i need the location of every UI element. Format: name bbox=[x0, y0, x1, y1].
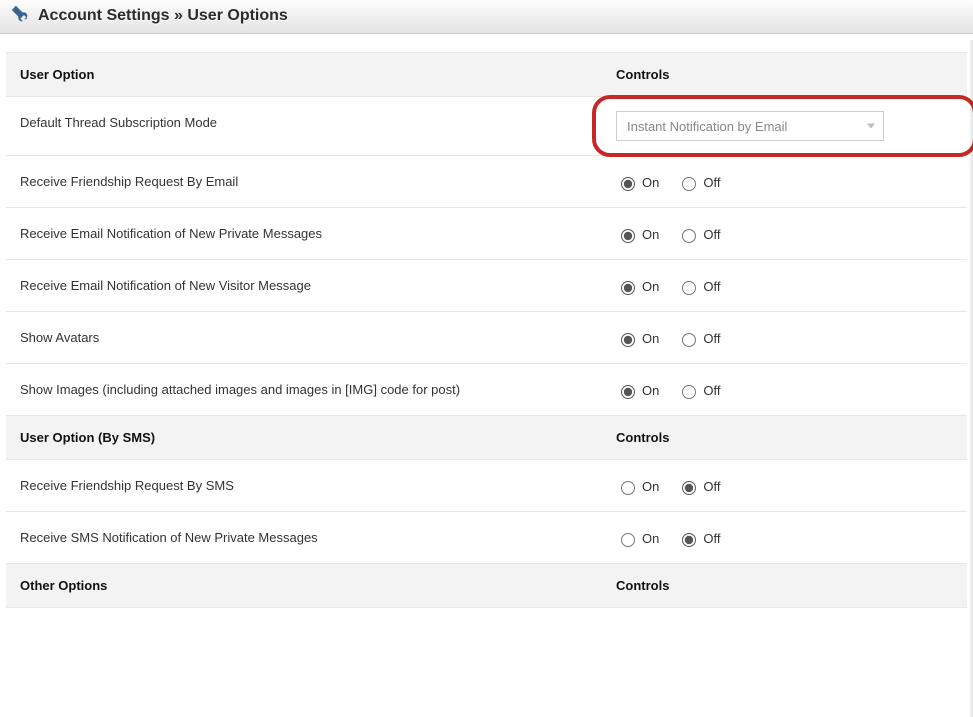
radio-on[interactable] bbox=[621, 481, 635, 495]
radio-off-label[interactable]: Off bbox=[677, 382, 720, 399]
radio-group-email-pm: On Off bbox=[616, 222, 959, 243]
row-sms-pm: Receive SMS Notification of New Private … bbox=[6, 512, 967, 564]
radio-off[interactable] bbox=[682, 177, 696, 191]
row-friend-req-sms: Receive Friendship Request By SMS On Off bbox=[6, 460, 967, 512]
settings-table: User Option Controls Default Thread Subs… bbox=[6, 52, 967, 608]
section-header-user-option-sms: User Option (By SMS) Controls bbox=[6, 416, 967, 460]
radio-off[interactable] bbox=[682, 385, 696, 399]
radio-off[interactable] bbox=[682, 481, 696, 495]
header-option-sms-label: User Option (By SMS) bbox=[6, 416, 616, 460]
header-option-label: User Option bbox=[6, 53, 616, 97]
row-email-visitor: Receive Email Notification of New Visito… bbox=[6, 260, 967, 312]
option-label: Default Thread Subscription Mode bbox=[6, 97, 616, 156]
section-header-user-option: User Option Controls bbox=[6, 53, 967, 97]
row-friend-req-email: Receive Friendship Request By Email On O… bbox=[6, 156, 967, 208]
section-header-other-options: Other Options Controls bbox=[6, 564, 967, 608]
row-default-thread-subscription: Default Thread Subscription Mode Instant… bbox=[6, 97, 967, 156]
option-label: Receive Friendship Request By Email bbox=[6, 156, 616, 208]
header-controls-label: Controls bbox=[616, 564, 967, 608]
radio-on-label[interactable]: On bbox=[616, 330, 659, 347]
radio-off[interactable] bbox=[682, 533, 696, 547]
page-title: Account Settings » User Options bbox=[38, 7, 288, 25]
chevron-down-icon bbox=[867, 124, 875, 129]
radio-off[interactable] bbox=[682, 281, 696, 295]
option-label: Show Images (including attached images a… bbox=[6, 364, 616, 416]
radio-on-label[interactable]: On bbox=[616, 382, 659, 399]
radio-on-label[interactable]: On bbox=[616, 226, 659, 243]
radio-on[interactable] bbox=[621, 177, 635, 191]
radio-on[interactable] bbox=[621, 333, 635, 347]
option-label: Receive Email Notification of New Privat… bbox=[6, 208, 616, 260]
radio-group-sms-pm: On Off bbox=[616, 526, 959, 547]
option-label: Receive Friendship Request By SMS bbox=[6, 460, 616, 512]
radio-on[interactable] bbox=[621, 533, 635, 547]
option-label: Show Avatars bbox=[6, 312, 616, 364]
radio-on[interactable] bbox=[621, 229, 635, 243]
radio-off[interactable] bbox=[682, 229, 696, 243]
radio-on-label[interactable]: On bbox=[616, 530, 659, 547]
radio-group-email-visitor: On Off bbox=[616, 274, 959, 295]
right-edge-shadow bbox=[969, 40, 973, 717]
radio-on-label[interactable]: On bbox=[616, 174, 659, 191]
default-thread-sub-select[interactable]: Instant Notification by Email bbox=[616, 111, 884, 141]
radio-on-label[interactable]: On bbox=[616, 278, 659, 295]
radio-off-label[interactable]: Off bbox=[677, 530, 720, 547]
settings-content: User Option Controls Default Thread Subs… bbox=[0, 34, 973, 608]
header-controls-label: Controls bbox=[616, 416, 967, 460]
wrench-icon bbox=[12, 6, 28, 25]
row-email-pm: Receive Email Notification of New Privat… bbox=[6, 208, 967, 260]
radio-group-show-images: On Off bbox=[616, 378, 959, 399]
option-label: Receive Email Notification of New Visito… bbox=[6, 260, 616, 312]
radio-group-friend-req-sms: On Off bbox=[616, 474, 959, 495]
radio-on[interactable] bbox=[621, 281, 635, 295]
header-controls-label: Controls bbox=[616, 53, 967, 97]
select-value: Instant Notification by Email bbox=[627, 119, 787, 134]
radio-group-friend-req-email: On Off bbox=[616, 170, 959, 191]
row-show-images: Show Images (including attached images a… bbox=[6, 364, 967, 416]
radio-on[interactable] bbox=[621, 385, 635, 399]
radio-off-label[interactable]: Off bbox=[677, 478, 720, 495]
page-titlebar: Account Settings » User Options bbox=[0, 0, 973, 34]
radio-off[interactable] bbox=[682, 333, 696, 347]
radio-group-show-avatars: On Off bbox=[616, 326, 959, 347]
radio-off-label[interactable]: Off bbox=[677, 226, 720, 243]
radio-off-label[interactable]: Off bbox=[677, 278, 720, 295]
header-option-other-label: Other Options bbox=[6, 564, 616, 608]
option-label: Receive SMS Notification of New Private … bbox=[6, 512, 616, 564]
radio-off-label[interactable]: Off bbox=[677, 174, 720, 191]
default-thread-sub-select-wrap: Instant Notification by Email bbox=[616, 111, 959, 141]
radio-off-label[interactable]: Off bbox=[677, 330, 720, 347]
radio-on-label[interactable]: On bbox=[616, 478, 659, 495]
row-show-avatars: Show Avatars On Off bbox=[6, 312, 967, 364]
